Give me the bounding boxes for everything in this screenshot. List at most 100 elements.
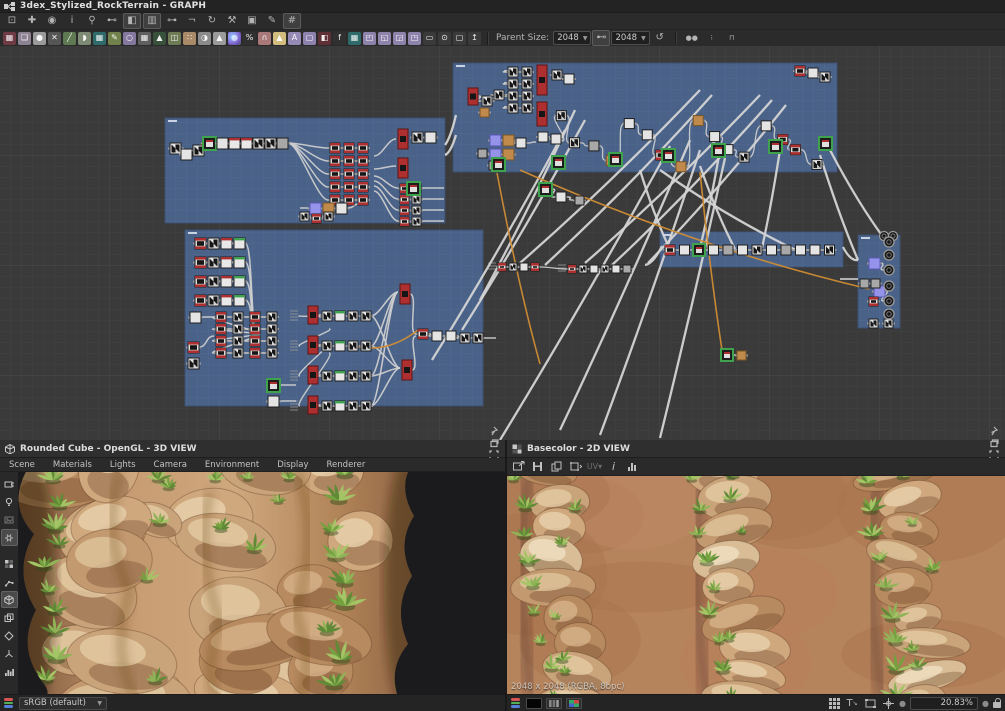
graph-node[interactable] xyxy=(520,66,534,78)
graph-node[interactable] xyxy=(219,294,234,307)
graph-node[interactable] xyxy=(307,395,319,415)
graph-node[interactable] xyxy=(399,283,411,305)
graph-node[interactable] xyxy=(232,275,247,288)
channels-shuffle-node-icon[interactable]: ✕ xyxy=(48,31,61,45)
graph-node[interactable] xyxy=(307,335,319,355)
graph-node[interactable] xyxy=(328,155,342,167)
graph-node[interactable] xyxy=(737,151,752,163)
graph-node[interactable] xyxy=(219,275,234,288)
graph-node[interactable] xyxy=(328,168,342,180)
graph-node[interactable] xyxy=(232,256,247,269)
comment-icon[interactable]: ▭ xyxy=(423,31,436,45)
thumbnail-icon[interactable]: ▣ xyxy=(243,13,261,29)
graph-node[interactable] xyxy=(818,136,833,151)
graph-node[interactable] xyxy=(231,347,245,359)
frame-icon[interactable]: ▢ xyxy=(453,31,466,45)
graph-node[interactable] xyxy=(265,335,279,347)
graph-node[interactable] xyxy=(562,73,576,85)
camera-icon[interactable] xyxy=(1,475,18,492)
histogram-icon[interactable] xyxy=(1,663,18,680)
graph-node[interactable] xyxy=(768,139,783,154)
graph-node[interactable] xyxy=(193,256,208,269)
graph-node[interactable] xyxy=(810,158,825,170)
parent-height-select[interactable]: 2048 ▼ xyxy=(611,31,650,45)
output-node[interactable] xyxy=(883,264,895,276)
uniform-color-node-icon[interactable]: ◧ xyxy=(318,31,331,45)
graph-node[interactable] xyxy=(735,244,750,256)
input-gray-node-icon[interactable]: ◱ xyxy=(378,31,391,45)
graph-node[interactable] xyxy=(529,262,541,272)
graph-node[interactable] xyxy=(793,244,808,256)
graph-node[interactable] xyxy=(248,323,262,335)
node-size-icon[interactable]: ⁝ xyxy=(703,30,721,46)
levels-node-icon[interactable]: ◫ xyxy=(168,31,181,45)
view2d-viewport[interactable]: 2048 x 2048 (RGBA, 8bpc) xyxy=(507,476,1005,694)
graph-node[interactable] xyxy=(398,216,411,227)
graph-node[interactable] xyxy=(193,275,208,288)
joint-icon[interactable] xyxy=(1,573,18,590)
graph-node[interactable] xyxy=(265,347,279,359)
graph-node[interactable] xyxy=(232,294,247,307)
graph-node[interactable] xyxy=(307,305,319,325)
menu-environment[interactable]: Environment xyxy=(196,460,268,470)
graph-node[interactable] xyxy=(808,244,822,256)
graph-node[interactable] xyxy=(536,101,548,127)
emboss-node-icon[interactable]: ✎ xyxy=(108,31,121,45)
graph-node[interactable] xyxy=(266,378,281,393)
graph-node[interactable] xyxy=(444,330,458,342)
graph-node[interactable] xyxy=(342,181,356,193)
colorspace-dropdown[interactable]: sRGB (default) ▼ xyxy=(19,696,107,710)
graph-node[interactable] xyxy=(430,330,444,342)
transform-icon[interactable] xyxy=(567,460,584,474)
graph-node[interactable] xyxy=(467,87,479,106)
graph-node[interactable] xyxy=(882,318,895,329)
graph-node[interactable] xyxy=(567,137,582,149)
output-node-icon[interactable]: ◲ xyxy=(393,31,406,45)
float-button[interactable] xyxy=(987,437,1000,449)
blur-node-icon[interactable]: ● xyxy=(33,31,46,45)
graph-node[interactable] xyxy=(416,328,430,340)
graph-node[interactable] xyxy=(397,128,409,150)
graph-node[interactable] xyxy=(586,140,601,152)
clean-icon[interactable]: ✎ xyxy=(263,13,281,29)
graph-node[interactable] xyxy=(214,311,228,323)
graph-node[interactable] xyxy=(193,237,208,250)
zoom-level-field[interactable]: 20.83% xyxy=(910,696,979,710)
graph-node[interactable] xyxy=(588,264,600,274)
graph-node[interactable] xyxy=(265,311,279,323)
pan-view-icon[interactable]: ✚ xyxy=(23,13,41,29)
graph-node[interactable] xyxy=(307,365,319,385)
graph-node[interactable] xyxy=(720,348,734,362)
graph-node[interactable] xyxy=(333,310,347,322)
graph-node[interactable] xyxy=(818,71,832,83)
reset-size-icon[interactable]: ↺ xyxy=(651,30,669,46)
directional-blur-node-icon[interactable]: ◗ xyxy=(78,31,91,45)
graph-node[interactable] xyxy=(346,400,360,412)
dot-link-icon[interactable]: ⊶ xyxy=(163,13,181,29)
graph-node[interactable] xyxy=(554,110,569,122)
graph-node[interactable] xyxy=(231,311,245,323)
graph-node[interactable] xyxy=(491,157,506,172)
export-image-icon[interactable] xyxy=(510,460,527,474)
bulb-icon[interactable] xyxy=(1,493,18,510)
pixel-processor-node-icon[interactable]: % xyxy=(243,31,256,45)
link-mode-icon[interactable]: ◧ xyxy=(123,13,141,29)
graph-node[interactable] xyxy=(663,244,677,256)
graph-node[interactable] xyxy=(265,323,279,335)
hsl-node-icon[interactable]: ▲ xyxy=(153,31,166,45)
graph-node[interactable] xyxy=(356,181,370,193)
distance-node-icon[interactable]: ▦ xyxy=(93,31,106,45)
histogram-icon[interactable] xyxy=(624,460,641,474)
graph-node[interactable] xyxy=(356,142,370,154)
graph-node[interactable] xyxy=(550,69,564,81)
link-size-icon[interactable]: ⊷ xyxy=(592,30,611,46)
output-node[interactable] xyxy=(883,295,895,307)
gradient-map-node-icon[interactable]: ○ xyxy=(123,31,136,45)
normal-map-node-icon[interactable]: ● xyxy=(228,31,241,45)
graph-node[interactable] xyxy=(328,142,342,154)
graph-node[interactable] xyxy=(186,357,201,370)
output-node[interactable] xyxy=(883,280,895,292)
graph-node[interactable] xyxy=(478,107,491,118)
graph-node[interactable] xyxy=(621,264,633,274)
graph-node[interactable] xyxy=(507,262,519,272)
